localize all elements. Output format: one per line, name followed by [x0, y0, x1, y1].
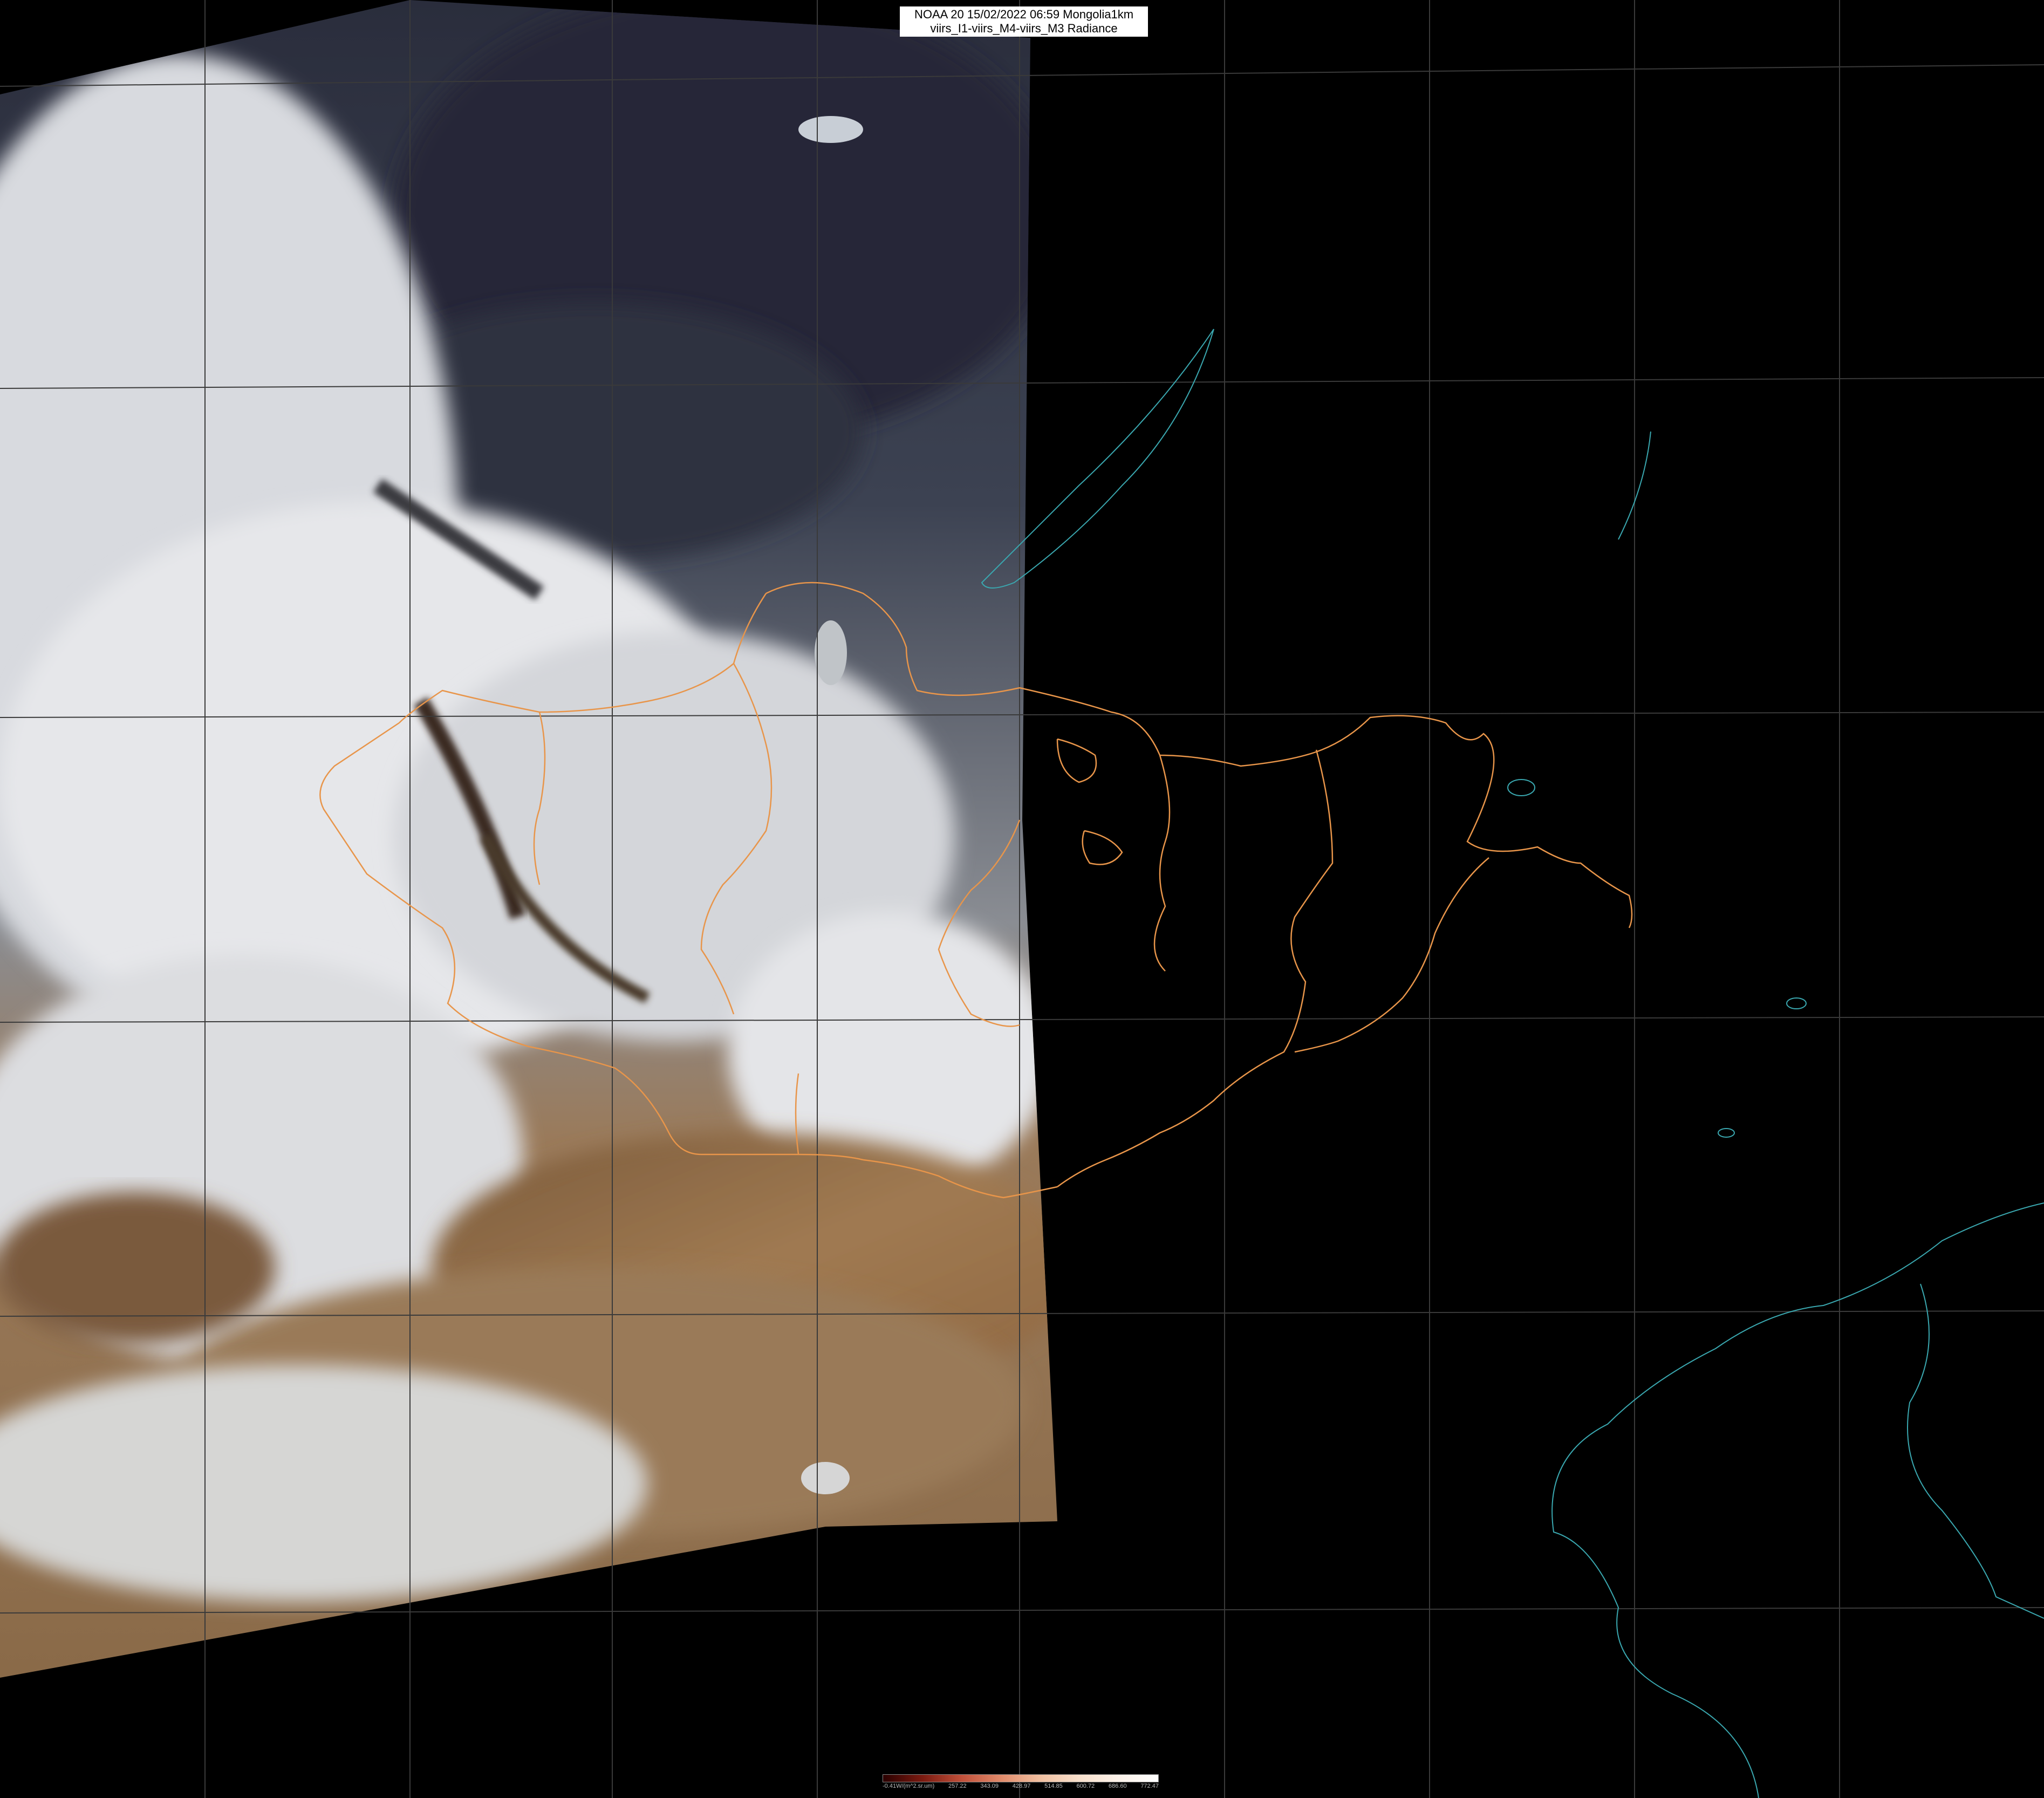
image-title-box: NOAA 20 15/02/2022 06:59 Mongolia1km vii…	[900, 6, 1148, 37]
title-line-2: viirs_I1-viirs_M4-viirs_M3 Radiance	[930, 22, 1118, 35]
legend-tick-label: 686.60	[1108, 1783, 1127, 1789]
satellite-image-map	[0, 0, 2044, 1798]
satellite-map-view: NOAA 20 15/02/2022 06:59 Mongolia1km vii…	[0, 0, 2044, 1798]
legend-color-bar	[883, 1774, 1159, 1782]
legend-tick-label: 514.85	[1044, 1783, 1063, 1789]
title-line-1: NOAA 20 15/02/2022 06:59 Mongolia1km	[914, 8, 1134, 21]
radiance-legend: -0.41W/(m^2.sr.um) 257.22 343.09 428.97 514.…	[883, 1774, 1159, 1796]
legend-tick-label: -0.41W/(m^2.sr.um)	[883, 1783, 935, 1789]
legend-tick-label: 600.72	[1076, 1783, 1095, 1789]
legend-tick-label: 772.47	[1140, 1783, 1159, 1789]
legend-tick-label: 428.97	[1012, 1783, 1031, 1789]
legend-tick-label: 257.22	[948, 1783, 967, 1789]
coastlines	[981, 329, 2044, 1798]
satellite-swath-image	[0, 0, 1057, 1678]
legend-tick-labels: -0.41W/(m^2.sr.um) 257.22 343.09 428.97 514.…	[883, 1783, 1159, 1792]
legend-tick-label: 343.09	[980, 1783, 999, 1789]
